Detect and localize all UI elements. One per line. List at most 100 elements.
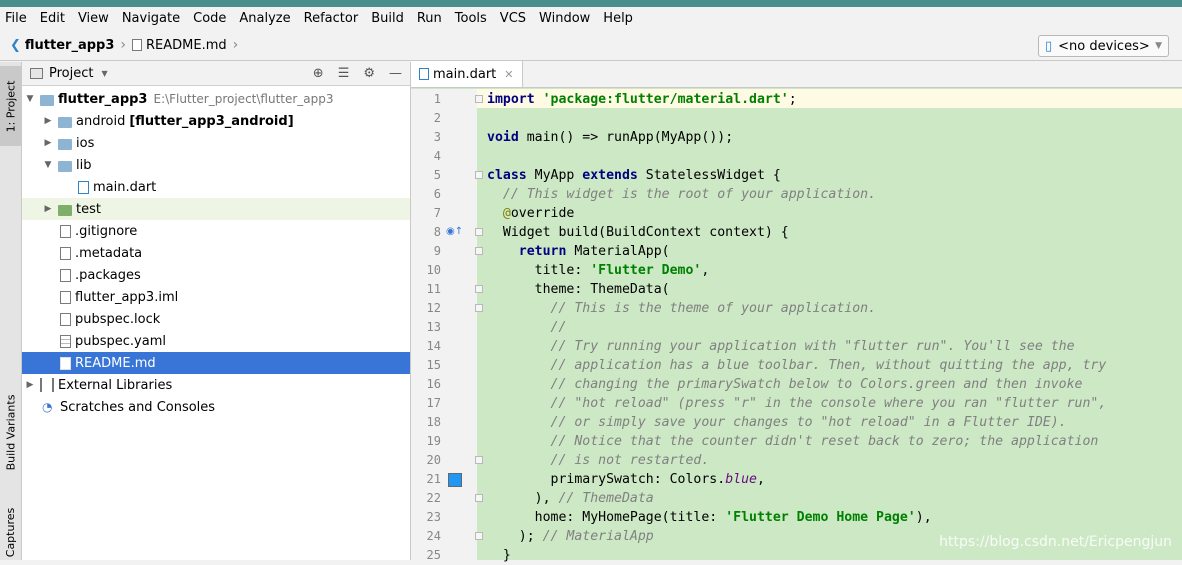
breadcrumb-file[interactable]: README.md bbox=[132, 38, 227, 53]
gear-icon[interactable]: ⚙ bbox=[363, 66, 375, 81]
line-number: 8 bbox=[433, 225, 441, 239]
breadcrumb-file-label: README.md bbox=[146, 37, 227, 53]
menu-view[interactable]: View bbox=[78, 11, 109, 26]
menu-navigate[interactable]: Navigate bbox=[122, 11, 180, 26]
tree-item-flutter-app3[interactable]: ▼ flutter_app3 E:\Flutter_project\flutte… bbox=[22, 88, 410, 110]
line-number: 12 bbox=[426, 301, 441, 315]
dart-file-icon bbox=[419, 68, 429, 80]
tab-project[interactable]: 1: Project bbox=[0, 66, 22, 146]
code-line-18: // or simply save your changes to "hot r… bbox=[487, 415, 1067, 430]
collapse-all-icon[interactable]: ☰ bbox=[338, 66, 350, 81]
menu-refactor[interactable]: Refactor bbox=[304, 11, 359, 26]
expand-arrow-icon[interactable]: ▶ bbox=[42, 138, 54, 148]
code-line-24: ); // MaterialApp bbox=[487, 527, 1182, 546]
expand-arrow-icon[interactable]: ▼ bbox=[24, 94, 36, 104]
tree-item-pubspec-lock[interactable]: pubspec.lock bbox=[22, 308, 410, 330]
override-icon[interactable]: ◉↑ bbox=[446, 226, 463, 240]
tree-item-label: .packages bbox=[75, 267, 141, 283]
menu-bar: File Edit View Navigate Code Analyze Ref… bbox=[0, 7, 1182, 30]
code-text: MyApp bbox=[526, 168, 583, 183]
tab-build-variants[interactable]: Build Variants bbox=[0, 382, 22, 482]
code-text: MaterialApp( bbox=[566, 244, 670, 259]
project-tree: ▼ flutter_app3 E:\Flutter_project\flutte… bbox=[22, 86, 410, 418]
tree-item-test[interactable]: ▶ test bbox=[22, 198, 410, 220]
code-line-13: // bbox=[487, 320, 567, 335]
code-line-21: primarySwatch: Colors.blue, bbox=[487, 470, 1182, 489]
tree-item-main-dart[interactable]: main.dart bbox=[22, 176, 410, 198]
color-swatch-icon[interactable] bbox=[448, 473, 462, 487]
menu-run[interactable]: Run bbox=[417, 11, 442, 26]
tree-item-packages[interactable]: .packages bbox=[22, 264, 410, 286]
code-text: ); bbox=[487, 529, 543, 544]
fold-marker-icon[interactable] bbox=[475, 95, 483, 103]
navigation-bar: ❮ flutter_app3 › README.md › ▯ <no devic… bbox=[0, 30, 1182, 61]
close-icon[interactable]: ✕ bbox=[504, 68, 513, 81]
tree-item-android[interactable]: ▶ android [flutter_app3_android] bbox=[22, 110, 410, 132]
fold-marker-icon[interactable] bbox=[475, 304, 483, 312]
fold-marker-icon[interactable] bbox=[475, 228, 483, 236]
tree-item-pubspec-yaml[interactable]: pubspec.yaml bbox=[22, 330, 410, 352]
fold-marker-icon[interactable] bbox=[475, 247, 483, 255]
menu-edit[interactable]: Edit bbox=[40, 11, 65, 26]
fold-marker-icon[interactable] bbox=[475, 456, 483, 464]
tab-main-dart[interactable]: main.dart ✕ bbox=[411, 61, 523, 87]
menu-file[interactable]: File bbox=[5, 11, 27, 26]
menu-tools[interactable]: Tools bbox=[455, 11, 487, 26]
project-view-selector[interactable]: Project bbox=[49, 66, 93, 81]
menu-build[interactable]: Build bbox=[371, 11, 404, 26]
fold-marker-icon[interactable] bbox=[475, 171, 483, 179]
tab-captures[interactable]: Captures bbox=[0, 502, 22, 562]
line-number: 9 bbox=[433, 244, 441, 258]
line-number: 11 bbox=[426, 282, 441, 296]
tree-item-label: main.dart bbox=[93, 179, 157, 195]
minimize-icon[interactable]: — bbox=[389, 66, 402, 81]
fold-marker-icon[interactable] bbox=[475, 285, 483, 293]
tab-project-label: 1: Project bbox=[4, 80, 18, 132]
tree-item-external-libraries[interactable]: ▶ External Libraries bbox=[22, 374, 410, 396]
menu-vcs[interactable]: VCS bbox=[500, 11, 526, 26]
keyword: import bbox=[487, 92, 535, 107]
tree-item-gitignore[interactable]: .gitignore bbox=[22, 220, 410, 242]
code-text: ; bbox=[788, 92, 797, 107]
line-number: 23 bbox=[426, 510, 441, 524]
menu-analyze[interactable]: Analyze bbox=[239, 11, 290, 26]
chevron-down-icon[interactable]: ▼ bbox=[101, 69, 107, 78]
device-selector[interactable]: ▯ <no devices> ▼ bbox=[1038, 35, 1169, 57]
tree-item-label: Scratches and Consoles bbox=[60, 399, 216, 415]
expand-arrow-icon[interactable]: ▶ bbox=[24, 380, 36, 390]
expand-arrow-icon[interactable]: ▶ bbox=[42, 116, 54, 126]
tab-build-variants-label: Build Variants bbox=[4, 394, 18, 470]
expand-arrow-icon[interactable]: ▼ bbox=[42, 160, 54, 170]
phone-icon: ▯ bbox=[1045, 38, 1053, 54]
window-title-strip bbox=[0, 0, 1182, 7]
locate-icon[interactable]: ⊕ bbox=[313, 66, 324, 81]
tree-item-label: .metadata bbox=[75, 245, 143, 261]
tree-item-lib[interactable]: ▼ lib bbox=[22, 154, 410, 176]
dart-file-icon bbox=[78, 180, 89, 194]
line-number: 18 bbox=[426, 415, 441, 429]
project-toolbar: ⊕ ☰ ⚙ — bbox=[313, 66, 402, 81]
code-line-19: // Notice that the counter didn't reset … bbox=[487, 434, 1099, 449]
line-number: 24 bbox=[426, 529, 441, 543]
fold-marker-icon[interactable] bbox=[475, 532, 483, 540]
breadcrumb-project[interactable]: ❮ flutter_app3 bbox=[10, 38, 114, 53]
fold-marker-icon[interactable] bbox=[475, 494, 483, 502]
menu-code[interactable]: Code bbox=[193, 11, 226, 26]
tree-item-metadata[interactable]: .metadata bbox=[22, 242, 410, 264]
line-number: 25 bbox=[426, 548, 441, 562]
tree-item-label: flutter_app3.iml bbox=[75, 289, 179, 305]
code-line-1: import 'package:flutter/material.dart'; bbox=[487, 90, 1182, 109]
menu-window[interactable]: Window bbox=[539, 11, 590, 26]
tree-item-readme[interactable]: README.md bbox=[22, 352, 410, 374]
code-text: , bbox=[701, 263, 710, 278]
line-number: 10 bbox=[426, 263, 441, 277]
line-number: 21 bbox=[426, 472, 441, 486]
line-number: 5 bbox=[433, 168, 441, 182]
code-text: primarySwatch: Colors. bbox=[487, 472, 726, 487]
tree-item-iml[interactable]: flutter_app3.iml bbox=[22, 286, 410, 308]
tree-item-ios[interactable]: ▶ ios bbox=[22, 132, 410, 154]
line-number: 19 bbox=[426, 434, 441, 448]
expand-arrow-icon[interactable]: ▶ bbox=[42, 204, 54, 214]
menu-help[interactable]: Help bbox=[603, 11, 633, 26]
tree-item-scratches[interactable]: ◔ Scratches and Consoles bbox=[22, 396, 410, 418]
